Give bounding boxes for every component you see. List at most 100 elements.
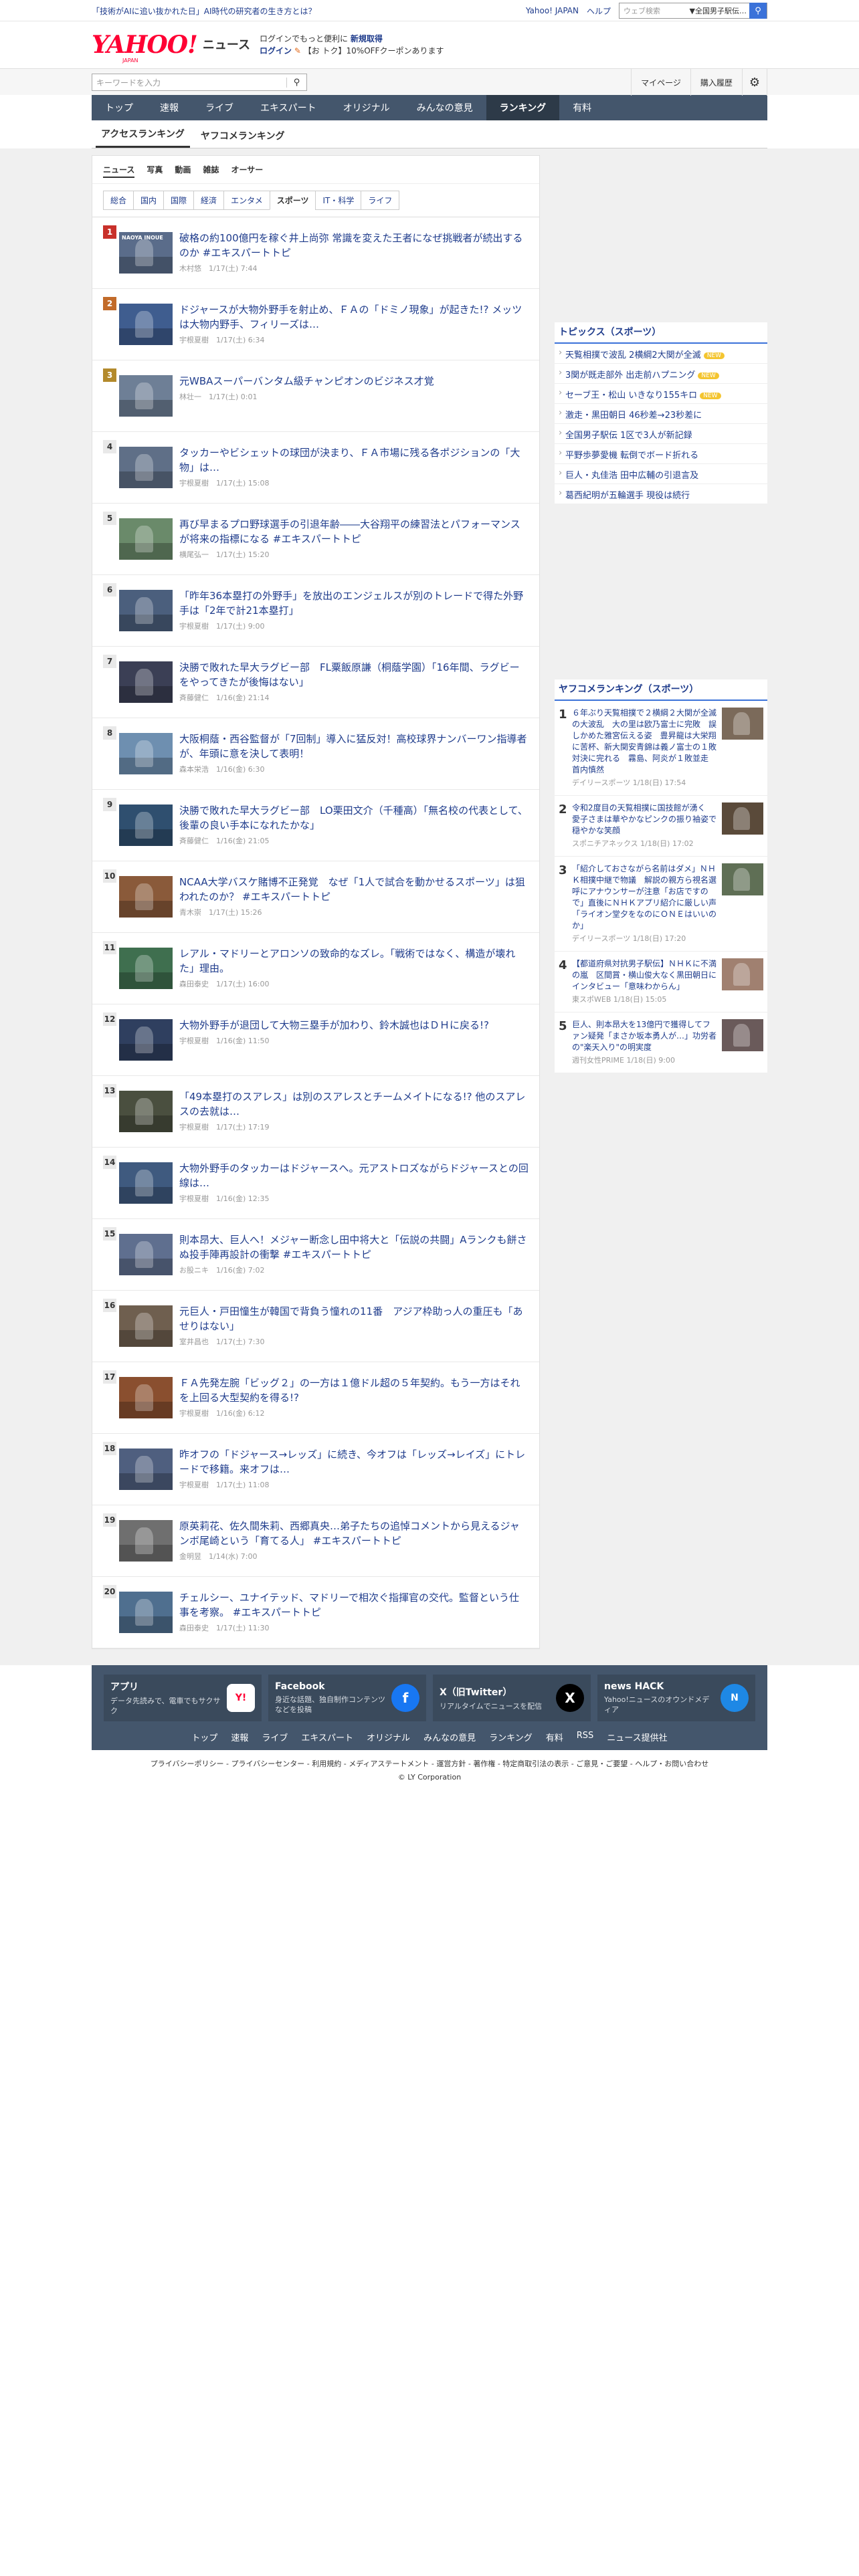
article-thumbnail[interactable] — [119, 1234, 173, 1275]
topic-item[interactable]: 平野歩夢愛機 転倒でボード折れる — [555, 444, 767, 464]
article-title-link[interactable]: タッカーやビシェットの球団が決まり、ＦＡ市場に残る各ポジションの「大物」は… — [179, 447, 520, 473]
article-thumbnail[interactable] — [119, 304, 173, 345]
article-title-link[interactable]: 「49本塁打のスアレス」は別のスアレスとチームメイトになる!? 他のスアレスの去… — [179, 1091, 525, 1117]
comment-article-link[interactable]: 令和2度目の天覧相撲に国技館が湧く 愛子さまは華やかなピンクの振り袖姿で穏やかな… — [572, 803, 717, 835]
article-title-link[interactable]: ＦＡ先発左腕「ビッグ２」の一方は１億ドル超の５年契約。もう一方はそれを上回る大型… — [179, 1377, 520, 1404]
keyword-input[interactable]: キーワードを入力 — [92, 77, 286, 88]
footer-card-x[interactable]: X（旧Twitter） リアルタイムでニュースを配信 X — [433, 1675, 591, 1721]
footer-link[interactable]: ランキング — [489, 1731, 533, 1743]
footer-link[interactable]: トップ — [191, 1731, 217, 1743]
article-title-link[interactable]: 「昨年36本塁打の外野手」を放出のエンジェルスが別のトレードで得た外野手は「2年… — [179, 590, 523, 617]
article-title-link[interactable]: 決勝で敗れた早大ラグビー部 FL粟飯原謙（桐蔭学園）「16年間、ラグビーをやって… — [179, 661, 520, 688]
ranking-item[interactable]: 9 決勝で敗れた早大ラグビー部 LO栗田文介（千種高）「無名校の代表として、後輩の… — [92, 790, 539, 861]
cat-tab-economy[interactable]: 経済 — [193, 191, 225, 210]
article-title-link[interactable]: 昨オフの「ドジャース→レッズ」に続き、今オフは「レッズ→レイズ」にトレードで移籍… — [179, 1448, 525, 1475]
comment-article-thumbnail[interactable] — [722, 863, 763, 895]
article-title-link[interactable]: 原英莉花、佐久間朱莉、西郷真央…弟子たちの追悼コメントから見えるジャンボ尾崎とい… — [179, 1520, 520, 1547]
cat-tab-entertainment[interactable]: エンタメ — [223, 191, 270, 210]
topic-item[interactable]: セーブ王・松山 いきなり155キロNEW — [555, 384, 767, 404]
article-thumbnail[interactable] — [119, 447, 173, 488]
keyword-search-icon[interactable]: ⚲ — [286, 77, 306, 88]
article-title-link[interactable]: チェルシー、ユナイテッド、マドリーで相次ぐ指揮官の交代。監督という仕事を考察。 … — [179, 1592, 519, 1618]
nav-live[interactable]: ライブ — [192, 95, 247, 120]
article-title-link[interactable]: NCAA大学バスケ賭博不正発覚 なぜ「1人で試合を動かせるスポーツ」は狙われたの… — [179, 876, 525, 903]
signup-link[interactable]: 新規取得 — [351, 34, 383, 43]
comment-article-thumbnail[interactable] — [722, 958, 763, 990]
footer-link[interactable]: みんなの意見 — [423, 1731, 476, 1743]
nav-opinion[interactable]: みんなの意見 — [403, 95, 486, 120]
help-link[interactable]: ヘルプ — [587, 5, 611, 17]
tab-access-ranking[interactable]: アクセスランキング — [96, 127, 190, 148]
topic-item[interactable]: 葛西紀明が五輪選手 現役は続行 — [555, 484, 767, 504]
type-tab-news[interactable]: ニュース — [103, 164, 135, 178]
purchase-history-link[interactable]: 購入履歴 — [690, 69, 742, 96]
ranking-item[interactable]: 12 大物外野手が退団して大物三塁手が加わり、鈴木誠也はＤＨに戻る!? 宇根夏樹 1… — [92, 1004, 539, 1076]
article-title-link[interactable]: ドジャースが大物外野手を射止め、ＦＡの「ドミノ現象」が起きた!? メッツは大物内… — [179, 304, 522, 330]
keyword-search[interactable]: キーワードを入力 ⚲ — [92, 74, 307, 91]
footer-link[interactable]: エキスパート — [301, 1731, 353, 1743]
ranking-item[interactable]: 2 ドジャースが大物外野手を射止め、ＦＡの「ドミノ現象」が起きた!? メッツは大物… — [92, 289, 539, 360]
comment-ranking-item[interactable]: 5 巨人、則本昂大を13億円で獲得してファン疑発「まさか坂本勇人が…」功労者の"楽… — [555, 1012, 767, 1073]
ranking-item[interactable]: 15 則本昂大、巨人へ！メジャー断念し田中将大と「伝説の共闘」Aランクも餅さぬ投手… — [92, 1219, 539, 1291]
ranking-item[interactable]: 4 タッカーやビシェットの球団が決まり、ＦＡ市場に残る各ポジションの「大物」は… 宇… — [92, 432, 539, 504]
ranking-item[interactable]: 16 元巨人・戸田憧生が韓国で背負う憧れの11番 アジア枠助っ人の重圧も「あせりは… — [92, 1291, 539, 1362]
article-title-link[interactable]: 決勝で敗れた早大ラグビー部 LO栗田文介（千種高）「無名校の代表として、後輩の良… — [179, 804, 528, 831]
web-search-input[interactable]: ウェブ検索 — [619, 5, 690, 16]
topic-item[interactable]: 天覧相撲で波乱 2横綱2大関が全滅NEW — [555, 344, 767, 364]
nav-top[interactable]: トップ — [92, 95, 147, 120]
footer-link[interactable]: 速報 — [231, 1731, 248, 1743]
yahoo-news-logo[interactable]: YAHOO! JAPAN ニュース — [92, 33, 250, 64]
cat-tab-world[interactable]: 国際 — [163, 191, 195, 210]
article-title-link[interactable]: 元WBAスーパーバンタム級チャンピオンのビジネス才覚 — [179, 375, 434, 387]
article-title-link[interactable]: 元巨人・戸田憧生が韓国で背負う憧れの11番 アジア枠助っ人の重圧も「あせりはない… — [179, 1305, 523, 1332]
comment-article-thumbnail[interactable] — [722, 708, 763, 740]
article-thumbnail[interactable] — [119, 804, 173, 846]
cat-tab-sports[interactable]: スポーツ — [269, 191, 316, 210]
article-title-link[interactable]: 則本昂大、巨人へ！メジャー断念し田中将大と「伝説の共闘」Aランクも餅さぬ投手陣再… — [179, 1234, 527, 1261]
top-promo-link[interactable]: 「技術がAIに追い抜かれた日」AI時代の研究者の生き方とは？ — [92, 5, 526, 17]
ranking-item[interactable]: 8 大阪桐蔭・西谷監督が「7回制」導入に猛反対！高校球界ナンバーワン指導者が、年頭… — [92, 718, 539, 790]
article-title-link[interactable]: 大物外野手が退団して大物三塁手が加わり、鈴木誠也はＤＨに戻る!? — [179, 1019, 489, 1031]
footer-link[interactable]: RSS — [577, 1731, 594, 1743]
comment-article-link[interactable]: 巨人、則本昂大を13億円で獲得してファン疑発「まさか坂本勇人が…」功労者の"楽天… — [572, 1020, 717, 1052]
nav-flash[interactable]: 速報 — [147, 95, 192, 120]
gear-icon[interactable]: ⚙ — [741, 69, 767, 96]
ranking-item[interactable]: 3 元WBAスーパーバンタム級チャンピオンのビジネス才覚 林壮一 1/17(土) 0… — [92, 360, 539, 432]
footer-card-app[interactable]: アプリ データ先読みで、電車でもサクサク Y! — [104, 1675, 262, 1721]
article-thumbnail[interactable] — [119, 1091, 173, 1132]
nav-paid[interactable]: 有料 — [559, 95, 605, 120]
footer-link[interactable]: 有料 — [546, 1731, 563, 1743]
article-title-link[interactable]: 再び早まるプロ野球選手の引退年齢――大谷翔平の練習法とパフォーマンスが将来の指標… — [179, 518, 520, 545]
legal-links[interactable]: プライバシーポリシー - プライバシーセンター - 利用規約 - メディアステー… — [0, 1758, 859, 1769]
comment-article-link[interactable]: 【都道府県対抗男子駅伝】ＮＨＫに不満の嵐 区間賞・横山俊大なく黒田朝日にインタビ… — [572, 959, 717, 991]
comment-ranking-item[interactable]: 1 ６年ぶり天覧相撲で２横綱２大関が全滅の大波乱 大の里は欧乃富士に完敗 誤しかめ… — [555, 701, 767, 796]
search-scope-select[interactable]: ▼全国男子駅伝… — [690, 5, 749, 16]
nav-expert[interactable]: エキスパート — [247, 95, 330, 120]
article-thumbnail[interactable] — [119, 1162, 173, 1204]
footer-card-newshack[interactable]: news HACK Yahoo!ニュースのオウンドメディア N — [597, 1675, 755, 1721]
article-thumbnail[interactable] — [119, 1019, 173, 1061]
ranking-item[interactable]: 18 昨オフの「ドジャース→レッズ」に続き、今オフは「レッズ→レイズ」にトレードで… — [92, 1434, 539, 1505]
ranking-item[interactable]: 7 決勝で敗れた早大ラグビー部 FL粟飯原謙（桐蔭学園）「16年間、ラグビーをやっ… — [92, 647, 539, 718]
article-thumbnail[interactable] — [119, 375, 173, 417]
ranking-item[interactable]: 11 レアル・マドリーとアロンソの致命的なズレ。「戦術ではなく、構造が壊れた」理由… — [92, 933, 539, 1004]
article-thumbnail[interactable] — [119, 1305, 173, 1347]
type-tab-author[interactable]: オーサー — [231, 164, 263, 178]
article-title-link[interactable]: 破格の約100億円を稼ぐ井上尚弥 常識を変えた王者になぜ挑戦者が続出するのか #… — [179, 232, 522, 259]
ranking-item[interactable]: 19 原英莉花、佐久間朱莉、西郷真央…弟子たちの追悼コメントから見えるジャンボ尾崎… — [92, 1505, 539, 1577]
article-thumbnail[interactable] — [119, 733, 173, 774]
article-title-link[interactable]: 大阪桐蔭・西谷監督が「7回制」導入に猛反対！高校球界ナンバーワン指導者が、年頭に… — [179, 733, 527, 760]
comment-article-link[interactable]: ６年ぶり天覧相撲で２横綱２大関が全滅の大波乱 大の里は欧乃富士に完敗 誤しかめた… — [572, 708, 717, 774]
nav-original[interactable]: オリジナル — [330, 95, 403, 120]
type-tab-photo[interactable]: 写真 — [147, 164, 163, 178]
type-tab-magazine[interactable]: 雑誌 — [203, 164, 219, 178]
footer-link[interactable]: ニュース提供社 — [607, 1731, 667, 1743]
yahoo-japan-link[interactable]: Yahoo! JAPAN — [526, 6, 579, 15]
cat-tab-life[interactable]: ライフ — [361, 191, 400, 210]
cat-tab-all[interactable]: 総合 — [103, 191, 134, 210]
search-icon[interactable]: ⚲ — [749, 3, 767, 19]
cat-tab-it-science[interactable]: IT・科学 — [315, 191, 362, 210]
article-thumbnail[interactable]: NAOYA INOUE — [119, 232, 173, 274]
ranking-item[interactable]: 20 チェルシー、ユナイテッド、マドリーで相次ぐ指揮官の交代。監督という仕事を考察… — [92, 1577, 539, 1648]
topic-item[interactable]: 巨人・丸佳浩 田中広輔の引退言及 — [555, 464, 767, 484]
